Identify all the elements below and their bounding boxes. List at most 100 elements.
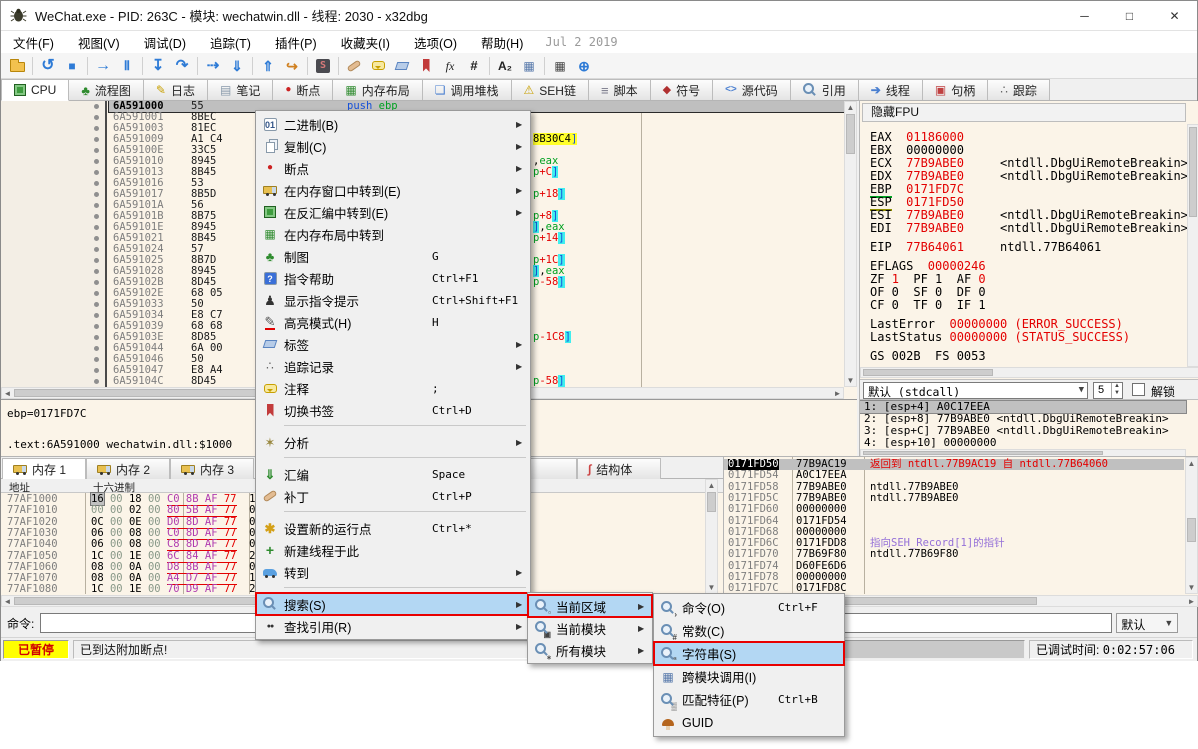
menubar-item-插件P[interactable]: 插件(P): [263, 31, 329, 54]
run-to-selection-button[interactable]: ⇢: [201, 55, 225, 77]
breakpoint-bullet-icon[interactable]: [94, 291, 99, 296]
menu-item-instruction-tips[interactable]: ♟显示指令提示Ctrl+Shift+F1: [256, 289, 530, 311]
menu-item-search-all-modules[interactable]: ⁎所有模块▶: [528, 639, 652, 661]
scroll-thumb[interactable]: [1187, 518, 1196, 542]
scroll-down-arrow[interactable]: ▼: [1186, 582, 1197, 593]
tab-流程图[interactable]: ♣流程图: [69, 79, 144, 100]
breakpoint-bullet-icon[interactable]: [94, 379, 99, 384]
tab-脚本[interactable]: ≡脚本: [589, 79, 651, 100]
scroll-thumb[interactable]: [863, 369, 993, 376]
stack-arg-row[interactable]: 4: [esp+10] 00000000: [860, 437, 1186, 449]
tab-断点[interactable]: ●断点: [273, 79, 333, 100]
menu-item-goto-disassembly[interactable]: 在反汇编中转到(E)▶: [256, 201, 530, 223]
tab-符号[interactable]: ◆符号: [651, 79, 713, 100]
close-button[interactable]: ✕: [1152, 1, 1197, 30]
breakpoint-bullet-icon[interactable]: [94, 357, 99, 362]
breakpoint-bullet-icon[interactable]: [94, 346, 99, 351]
az-strings-button[interactable]: A₂: [493, 55, 517, 77]
dump-tab-内存 1[interactable]: 内存 1: [2, 458, 86, 479]
stack-vscrollbar[interactable]: ▲ ▼: [1185, 457, 1198, 594]
scroll-up-arrow[interactable]: ▲: [706, 480, 717, 491]
tab-日志[interactable]: ✎日志: [144, 79, 208, 100]
globe-button[interactable]: ⊕: [572, 55, 596, 77]
menubar-item-选项O[interactable]: 选项(O): [402, 31, 469, 54]
menubar-item-视图V[interactable]: 视图(V): [66, 31, 132, 54]
stack-row[interactable]: 0171FD6000000000: [724, 504, 1184, 515]
breakpoint-bullet-icon[interactable]: [94, 115, 99, 120]
registers-vscrollbar[interactable]: [1187, 124, 1198, 367]
breakpoint-bullet-icon[interactable]: [94, 159, 99, 164]
menu-item-search-guid[interactable]: GUID: [654, 711, 844, 734]
dump-tab-内存 3[interactable]: 内存 3: [170, 458, 254, 479]
scroll-right-arrow[interactable]: ►: [832, 388, 843, 399]
menu-item-search-pattern[interactable]: ▒匹配特征(P)Ctrl+B: [654, 688, 844, 711]
arg-count-spinner[interactable]: 5▲▼: [1093, 382, 1123, 399]
restart-button[interactable]: ↺: [36, 55, 60, 77]
breakpoint-bullet-icon[interactable]: [94, 126, 99, 131]
menubar-item-调试D[interactable]: 调试(D): [132, 31, 198, 54]
open-file-button[interactable]: [5, 55, 29, 77]
menubar-item-帮助H[interactable]: 帮助(H): [469, 31, 535, 54]
menu-item-goto-memory-map[interactable]: ▦在内存布局中转到: [256, 223, 530, 245]
registers-panel[interactable]: 隐藏FPU EAX 01186000EBX 00000000ECX 77B9AB…: [859, 101, 1198, 456]
breakpoint-bullet-icon[interactable]: [94, 214, 99, 219]
menu-item-goto-memory-window[interactable]: 在内存窗口中转到(E)▶: [256, 179, 530, 201]
tab-句柄[interactable]: ▣句柄: [923, 79, 988, 100]
run-to-user-code-button[interactable]: ↪: [280, 55, 304, 77]
disasm-vscrollbar[interactable]: ▲ ▼: [844, 101, 857, 387]
menu-item-goto[interactable]: 转到▶: [256, 561, 530, 583]
tab-笔记[interactable]: ▤笔记: [208, 79, 273, 100]
menubar-item-收藏夹I[interactable]: 收藏夹(I): [329, 31, 402, 54]
menu-item-label[interactable]: 标签▶: [256, 333, 530, 355]
maximize-button[interactable]: □: [1107, 1, 1152, 30]
menu-item-find-references[interactable]: ●●查找引用(R)▶: [256, 615, 530, 637]
breakpoint-bullet-icon[interactable]: [94, 324, 99, 329]
breakpoint-bullet-icon[interactable]: [94, 181, 99, 186]
menu-item-search-current-module[interactable]: ▣当前模块▶: [528, 617, 652, 639]
scroll-up-arrow[interactable]: ▲: [1186, 458, 1197, 469]
command-mode-dropdown[interactable]: 默认▼: [1116, 613, 1178, 633]
breakpoint-bullet-icon[interactable]: [94, 335, 99, 340]
step-out-button[interactable]: ⇓: [225, 55, 249, 77]
menu-item-breakpoint[interactable]: ●断点▶: [256, 157, 530, 179]
register-line[interactable]: LastStatus 00000000 (STATUS_SUCCESS): [870, 331, 1130, 344]
step-into-button[interactable]: ↧: [146, 55, 170, 77]
register-line[interactable]: EIP 77B64061 ntdll.77B64061: [870, 241, 1101, 254]
register-line[interactable]: CF 0 TF 0 IF 1: [870, 299, 986, 312]
execute-till-return-button[interactable]: ⇑: [256, 55, 280, 77]
menu-item-comment[interactable]: 注释;: [256, 377, 530, 399]
bookmarks-button[interactable]: [414, 55, 438, 77]
menu-item-copy[interactable]: 复制(C)▶: [256, 135, 530, 157]
breakpoint-bullet-icon[interactable]: [94, 280, 99, 285]
handles-phone-button[interactable]: ▦: [517, 55, 541, 77]
tab-SEH链[interactable]: ⚠SEH链: [512, 79, 589, 100]
registers-hscrollbar[interactable]: [860, 367, 1198, 378]
dump-tab-内存 2[interactable]: 内存 2: [86, 458, 170, 479]
scroll-down-arrow[interactable]: ▼: [706, 582, 717, 593]
step-over-button[interactable]: ↷: [170, 55, 194, 77]
unlock-checkbox[interactable]: [1132, 383, 1145, 396]
scroll-thumb[interactable]: [707, 492, 716, 512]
tab-调用堆栈[interactable]: ❏调用堆栈: [423, 79, 512, 100]
dump-vscrollbar[interactable]: ▲ ▼: [705, 479, 718, 594]
args-hscrollbar[interactable]: [860, 449, 1186, 456]
breakpoint-bullet-icon[interactable]: [94, 269, 99, 274]
menu-item-set-new-origin[interactable]: ✱设置新的运行点Ctrl+*: [256, 517, 530, 539]
scroll-down-arrow[interactable]: ▼: [845, 375, 856, 386]
breakpoint-bullet-icon[interactable]: [94, 203, 99, 208]
stack-row[interactable]: 0171FD640171FD54: [724, 516, 1184, 527]
stack-row[interactable]: 0171FD5C77B9ABE0ntdll.77B9ABE0: [724, 493, 1184, 504]
hide-fpu-button[interactable]: 隐藏FPU: [862, 103, 1186, 122]
scroll-thumb[interactable]: [846, 114, 855, 154]
menu-item-search-current-region[interactable]: ▫当前区域▶: [528, 595, 652, 617]
pause-button[interactable]: Ⅱ: [115, 55, 139, 77]
breakpoint-bullet-icon[interactable]: [94, 313, 99, 318]
tab-CPU[interactable]: CPU: [1, 79, 69, 101]
menubar-item-文件F[interactable]: 文件(F): [1, 31, 66, 54]
tab-跟踪[interactable]: ∴跟踪: [988, 79, 1050, 100]
breakpoint-bullet-icon[interactable]: [94, 137, 99, 142]
labels-button[interactable]: [390, 55, 414, 77]
fx-functions-button[interactable]: fx: [438, 55, 462, 77]
patches-button[interactable]: [342, 55, 366, 77]
breakpoint-bullet-icon[interactable]: [94, 247, 99, 252]
